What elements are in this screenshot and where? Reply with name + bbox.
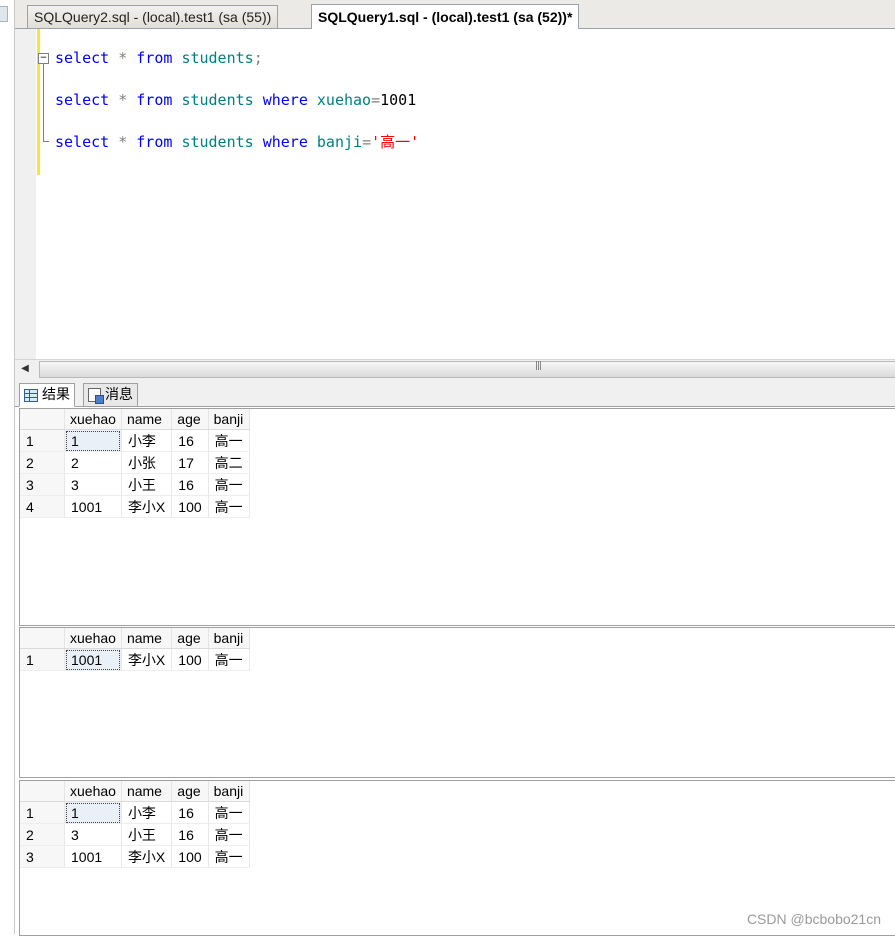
grid-cell[interactable]: 李小X [121,845,173,868]
grid-cell[interactable]: 高一 [208,473,250,496]
grid-cell[interactable]: 16 [171,473,209,496]
grid-cell[interactable]: 小李 [121,801,173,824]
editor-horizontal-scrollbar[interactable]: ◀ ||| [15,359,895,379]
column-header[interactable]: name [121,628,173,649]
column-header[interactable]: banji [208,409,250,430]
result-table: xuehao name age banji 1 1001 李小X 100 高一 [20,628,250,671]
left-dock-strip [0,0,15,934]
grid-cell[interactable]: 16 [171,801,209,824]
tab-sqlquery2[interactable]: SQLQuery2.sql - (local).test1 (sa (55)) [27,5,279,28]
grid-cell[interactable]: 小张 [121,451,173,474]
grid-cell[interactable]: 小李 [121,429,173,452]
table-row[interactable]: 2 3 小王 16 高一 [20,823,250,846]
result-table: xuehao name age banji 1 1 小李 16 高一 2 2 小… [20,409,250,518]
grid-cell[interactable]: 16 [171,823,209,846]
row-number-header[interactable] [20,628,65,649]
grid-cell[interactable]: 高一 [208,429,250,452]
table-row[interactable]: 4 1001 李小X 100 高一 [20,495,250,518]
code-area[interactable]: select * from students; select * from st… [55,46,419,172]
code-line: select * from students; [55,49,263,67]
grid-cell[interactable]: 100 [171,648,209,671]
table-row[interactable]: 1 1 小李 16 高一 [20,429,250,452]
grid-cell[interactable]: 17 [171,451,209,474]
collapse-region-icon[interactable]: − [38,53,49,64]
grid-cell[interactable]: 小王 [121,823,173,846]
row-number[interactable]: 3 [20,473,65,496]
column-header[interactable]: xuehao [64,409,122,430]
results-tab-bar: 结果 消息 [15,378,895,407]
row-number[interactable]: 1 [20,648,65,671]
column-header[interactable]: xuehao [64,628,122,649]
result-grid-1[interactable]: xuehao name age banji 1 1 小李 16 高一 2 2 小… [19,408,895,626]
grid-cell[interactable]: 高一 [208,845,250,868]
row-number[interactable]: 1 [20,429,65,452]
grid-cell[interactable]: 1001 [64,845,122,868]
grid-cell[interactable]: 小王 [121,473,173,496]
row-number[interactable]: 3 [20,845,65,868]
table-row[interactable]: 2 2 小张 17 高二 [20,451,250,474]
grid-cell[interactable]: 1 [64,801,122,824]
grid-cell[interactable]: 100 [171,845,209,868]
grid-cell[interactable]: 2 [64,451,122,474]
grid-cell[interactable]: 3 [64,823,122,846]
table-row[interactable]: 3 3 小王 16 高一 [20,473,250,496]
watermark: CSDN @bcbobo21cn [746,911,881,927]
grid-cell[interactable]: 1001 [64,495,122,518]
code-line: select * from students where banji='高一' [55,133,420,151]
row-number[interactable]: 2 [20,451,65,474]
row-number-header[interactable] [20,781,65,802]
header-row: xuehao name age banji [20,409,250,430]
header-row: xuehao name age banji [20,781,250,802]
row-number-header[interactable] [20,409,65,430]
editor-margin [15,29,36,359]
message-icon [88,388,104,404]
grid-cell[interactable]: 16 [171,429,209,452]
fold-guide-line [43,64,44,141]
row-number[interactable]: 2 [20,823,65,846]
fold-guide-end [43,141,49,142]
grid-cell[interactable]: 李小X [121,495,173,518]
grid-cell[interactable]: 高二 [208,451,250,474]
grid-cell[interactable]: 1001 [64,648,122,671]
grid-cell[interactable]: 高一 [208,801,250,824]
table-row[interactable]: 1 1 小李 16 高一 [20,801,250,824]
column-header[interactable]: name [121,409,173,430]
scrollbar-grip-icon: ||| [535,361,542,371]
scrollbar-thumb[interactable] [39,361,895,378]
grid-cell[interactable]: 100 [171,495,209,518]
scroll-left-icon[interactable]: ◀ [18,362,32,376]
tab-messages[interactable]: 消息 [83,383,138,407]
table-row[interactable]: 1 1001 李小X 100 高一 [20,648,250,671]
dock-tab-marker[interactable] [0,6,8,22]
grid-cell[interactable]: 李小X [121,648,173,671]
tab-messages-label: 消息 [105,387,133,403]
table-row[interactable]: 3 1001 李小X 100 高一 [20,845,250,868]
tab-results[interactable]: 结果 [19,383,75,407]
column-header[interactable]: name [121,781,173,802]
row-number[interactable]: 4 [20,495,65,518]
result-grid-2[interactable]: xuehao name age banji 1 1001 李小X 100 高一 [19,627,895,778]
grid-cell[interactable]: 高一 [208,495,250,518]
change-tracking-bar [37,29,40,175]
column-header[interactable]: banji [208,628,250,649]
tab-results-label: 结果 [42,387,70,403]
grid-cell[interactable]: 高一 [208,648,250,671]
grid-cell[interactable]: 高一 [208,823,250,846]
row-number[interactable]: 1 [20,801,65,824]
grid-cell[interactable]: 1 [64,429,122,452]
grid-cell[interactable]: 3 [64,473,122,496]
column-header[interactable]: age [171,409,209,430]
tab-sqlquery1[interactable]: SQLQuery1.sql - (local).test1 (sa (52))* [311,4,580,30]
query-editor[interactable]: − select * from students; select * from … [15,29,895,359]
document-tab-bar: SQLQuery2.sql - (local).test1 (sa (55)) … [15,0,895,30]
column-header[interactable]: age [171,628,209,649]
column-header[interactable]: xuehao [64,781,122,802]
grid-icon [24,388,38,402]
result-table: xuehao name age banji 1 1 小李 16 高一 2 3 小… [20,781,250,868]
column-header[interactable]: age [171,781,209,802]
header-row: xuehao name age banji [20,628,250,649]
column-header[interactable]: banji [208,781,250,802]
code-line: select * from students where xuehao=1001 [55,91,417,109]
